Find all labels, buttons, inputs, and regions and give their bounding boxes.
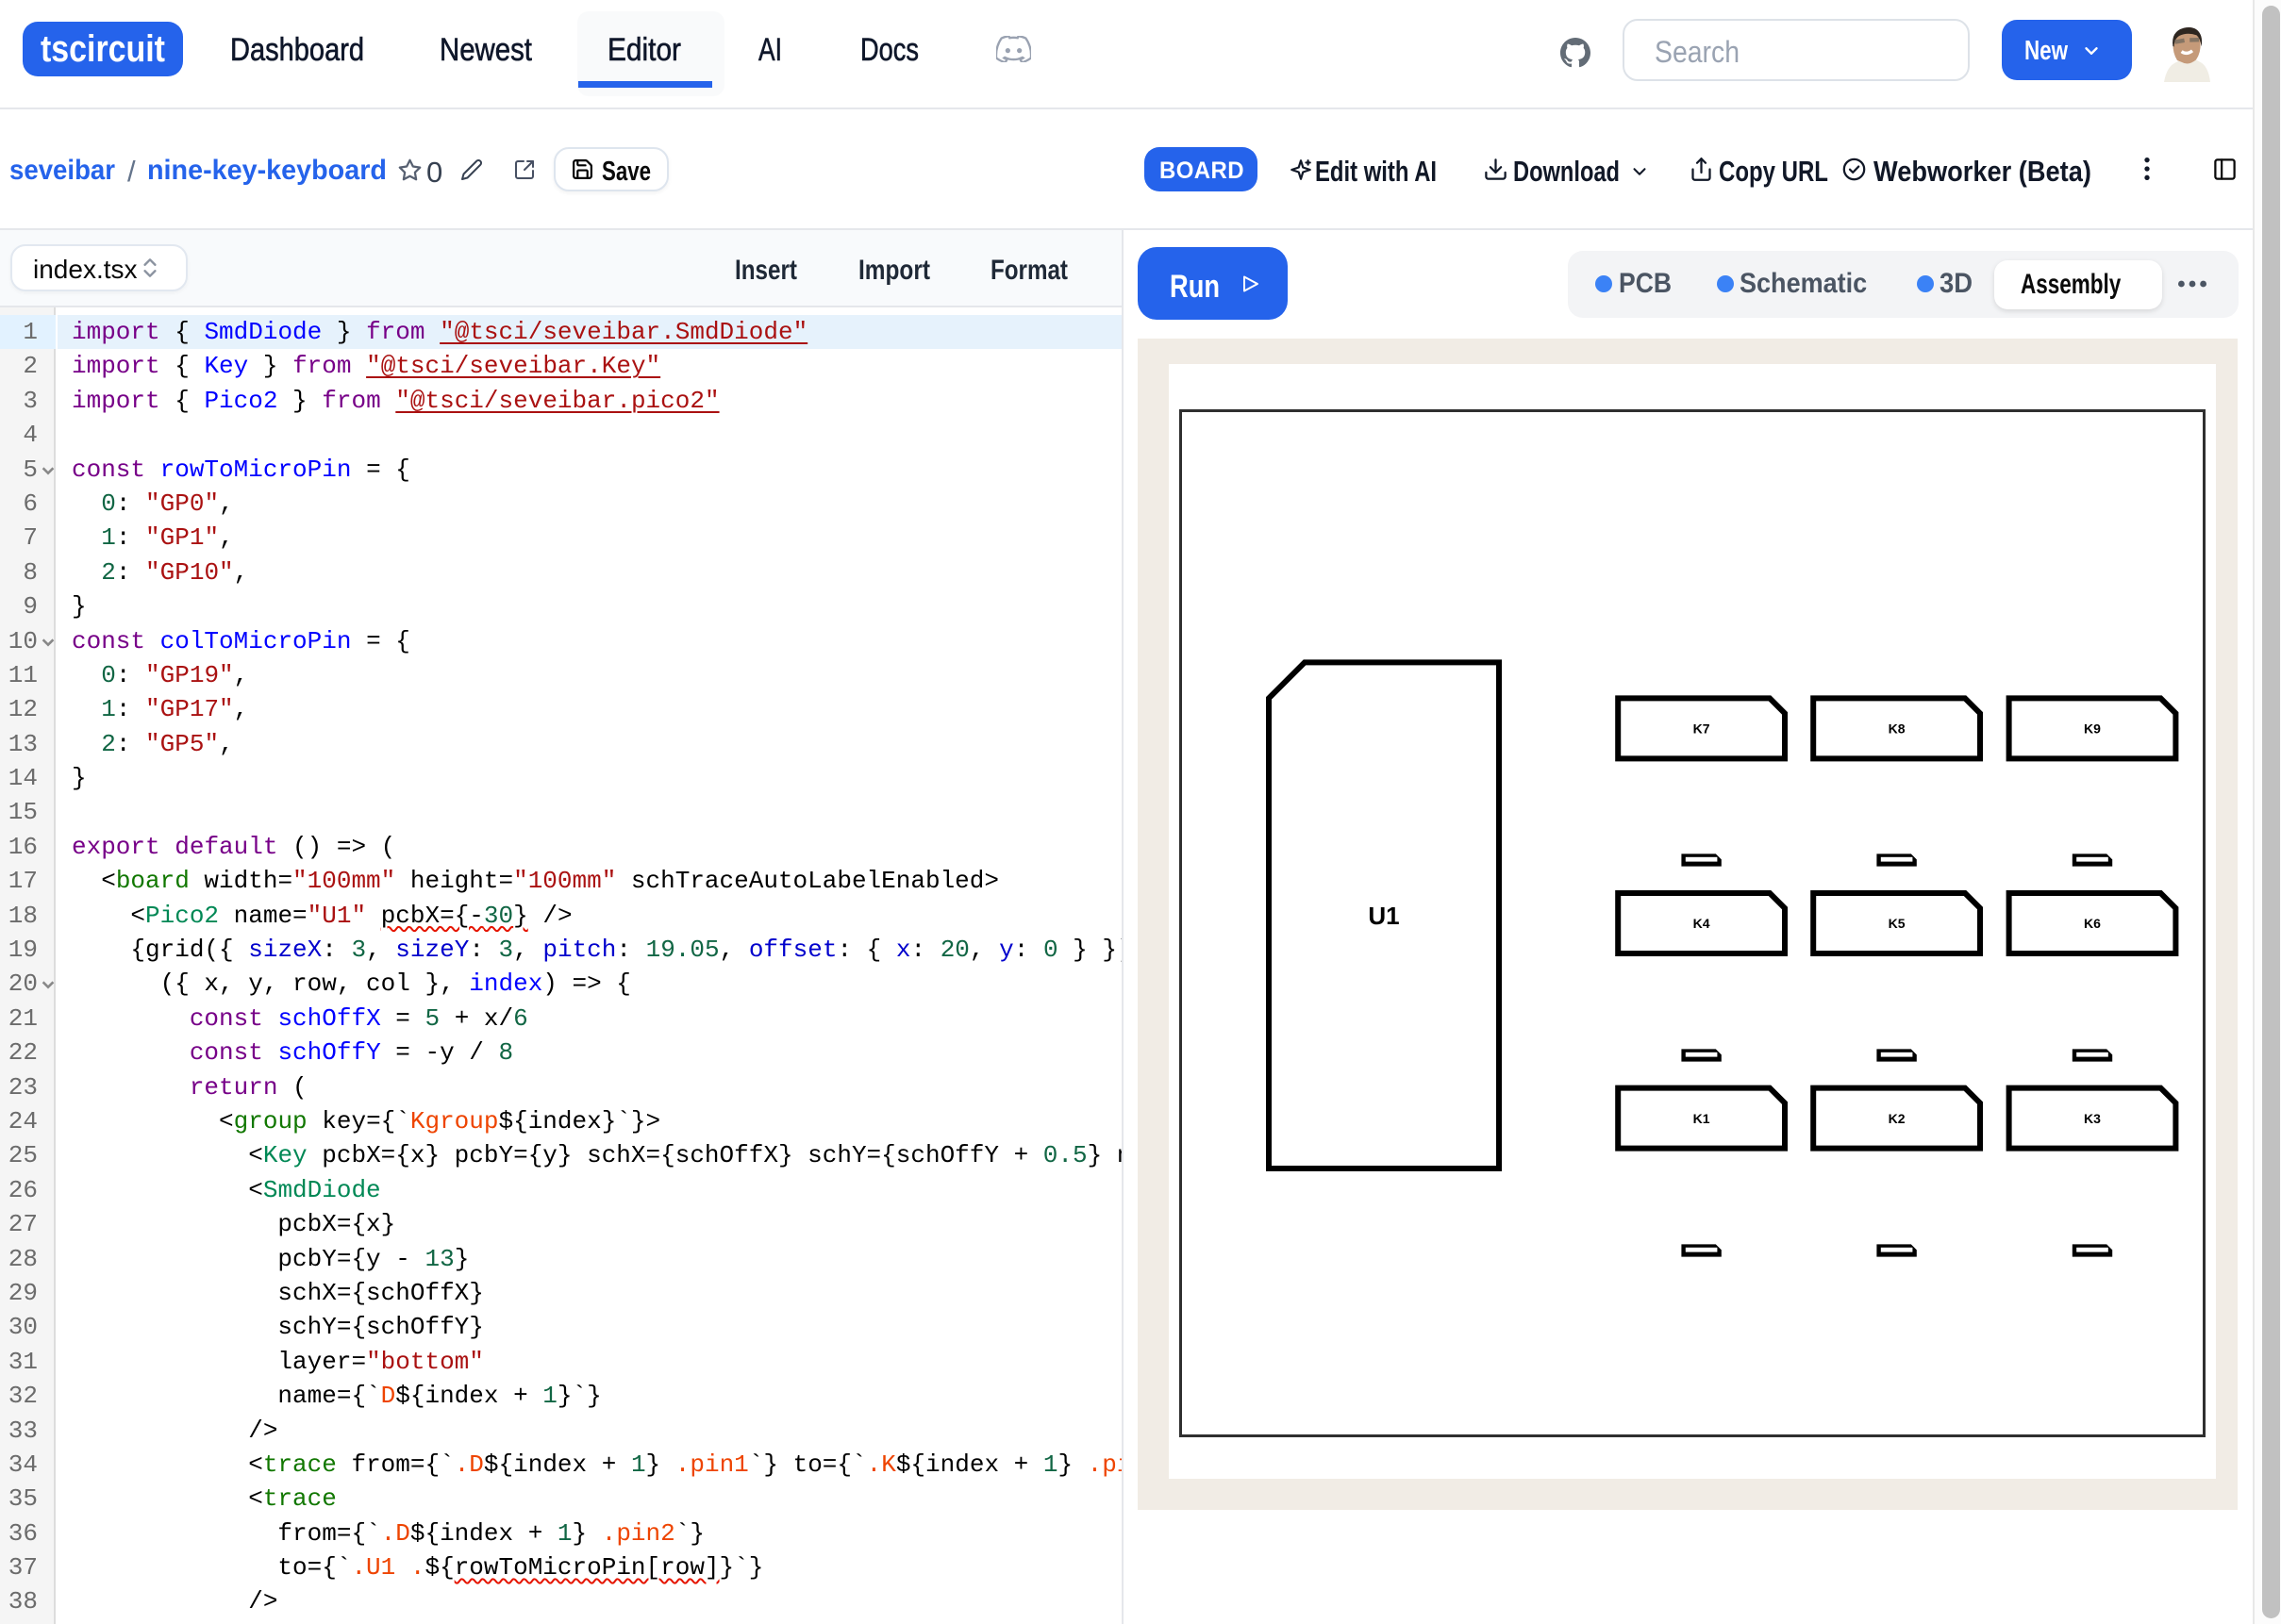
svg-text:K2: K2 — [1889, 1111, 1906, 1126]
svg-text:K9: K9 — [2084, 721, 2101, 737]
svg-text:K8: K8 — [1889, 721, 1906, 737]
svg-text:K3: K3 — [2084, 1111, 2101, 1126]
svg-text:K6: K6 — [2084, 916, 2101, 931]
svg-text:K1: K1 — [1693, 1111, 1710, 1126]
svg-text:K5: K5 — [1889, 916, 1906, 931]
svg-text:U1: U1 — [1368, 902, 1399, 930]
svg-text:K4: K4 — [1693, 916, 1710, 931]
svg-text:K7: K7 — [1693, 721, 1710, 737]
